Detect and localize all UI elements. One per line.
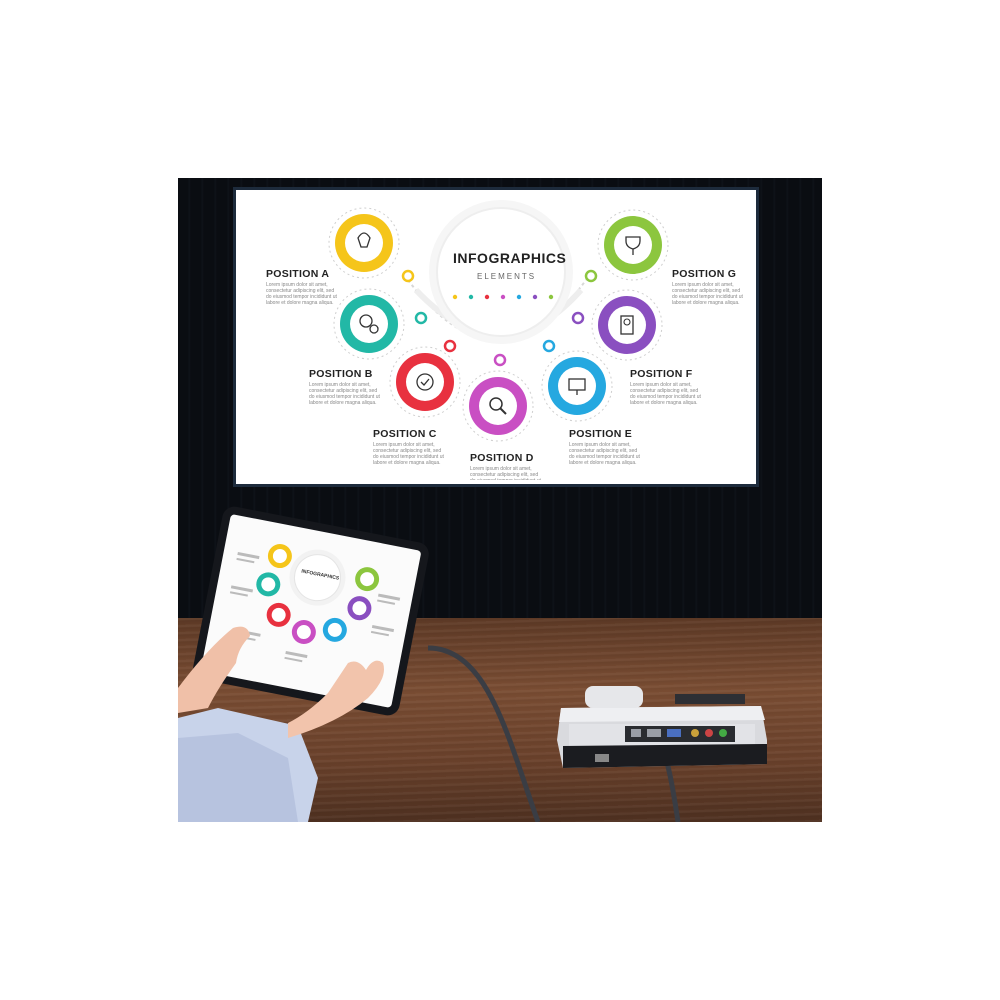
hands-and-arm [178,626,384,822]
photo-scene: INFOGRAPHICS ELEMENTS POSITION A Lorem i… [178,178,822,822]
